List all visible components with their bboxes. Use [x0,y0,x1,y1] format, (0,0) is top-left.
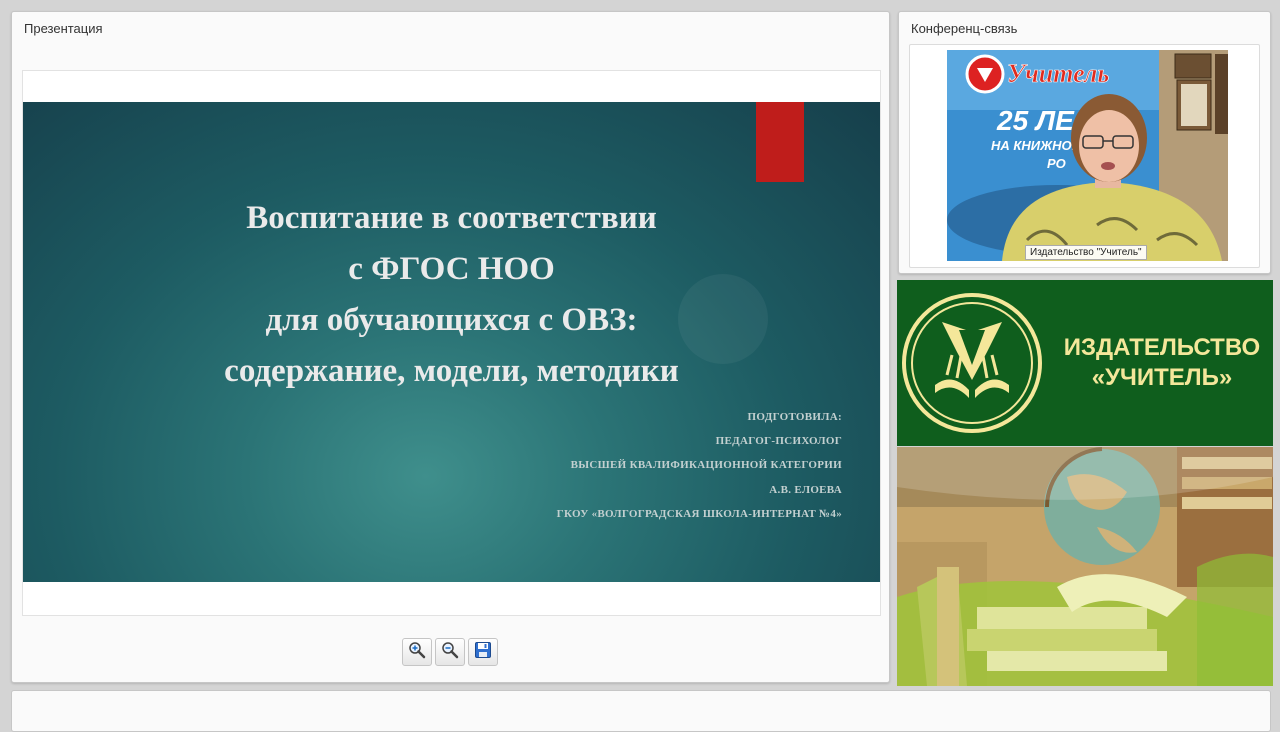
slide-title-line-3: для обучающихся с ОВЗ: [265,302,638,338]
publisher-emblem-icon [902,293,1042,433]
slide-title-line-2: с ФГОС НОО [348,251,555,287]
zoom-in-icon [408,641,426,664]
poster-line2-text: РО [1047,156,1066,171]
publisher-name-line-2: «УЧИТЕЛЬ» [1091,364,1233,391]
slide-red-accent [756,102,804,182]
conference-panel: Конференц-связь Учитель 25 ЛЕ НА КНИЖНОМ… [898,11,1271,274]
zoom-out-button[interactable] [435,638,465,666]
publisher-logo-banner: ИЗДАТЕЛЬСТВО «УЧИТЕЛЬ» [897,280,1273,446]
slide-frame: Воспитание в соответствии с ФГОС НОО для… [22,70,881,616]
slide-author-line-4: А.В. ЕЛОЕВА [769,484,842,496]
conference-panel-title: Конференц-связь [911,21,1018,36]
slide-title-line-1: Воспитание в соответствии [246,200,657,236]
books-globe-image [897,447,1273,686]
slide-author-line-1: ПОДГОТОВИЛА: [747,411,842,423]
slide-title-line-4: содержание, модели, методики [224,353,679,389]
poster-years-text: 25 ЛЕ [996,105,1075,136]
poster-brand-text: Учитель [1007,59,1109,88]
video-scene-illustration: Учитель 25 ЛЕ НА КНИЖНОМ РО [947,50,1228,261]
bottom-panel [11,690,1271,732]
save-button[interactable] [468,638,498,666]
slide-author-line-5: ГКОУ «ВОЛГОГРАДСКАЯ ШКОЛА-ИНТЕРНАТ №4» [556,508,842,520]
slide-author-line-2: ПЕДАГОГ-ПСИХОЛОГ [715,435,842,447]
webcam-video[interactable]: Учитель 25 ЛЕ НА КНИЖНОМ РО Издательство… [947,50,1228,261]
video-caption: Издательство "Учитель" [1025,245,1147,260]
slide-author-line-3: ВЫСШЕЙ КВАЛИФИКАЦИОННОЙ КАТЕГОРИИ [570,459,842,471]
zoom-out-icon [441,641,459,664]
poster-line-text: НА КНИЖНОМ [991,138,1084,153]
presentation-panel: Презентация Воспитание в соответствии с … [11,11,890,683]
video-frame: Учитель 25 ЛЕ НА КНИЖНОМ РО Издательство… [909,44,1260,268]
floppy-disk-icon [474,641,492,664]
zoom-in-button[interactable] [402,638,432,666]
publisher-name-line-1: ИЗДАТЕЛЬСТВО [1063,334,1261,361]
books-globe-illustration [897,447,1273,686]
presentation-panel-title: Презентация [24,21,103,36]
presentation-slide: Воспитание в соответствии с ФГОС НОО для… [23,102,880,582]
